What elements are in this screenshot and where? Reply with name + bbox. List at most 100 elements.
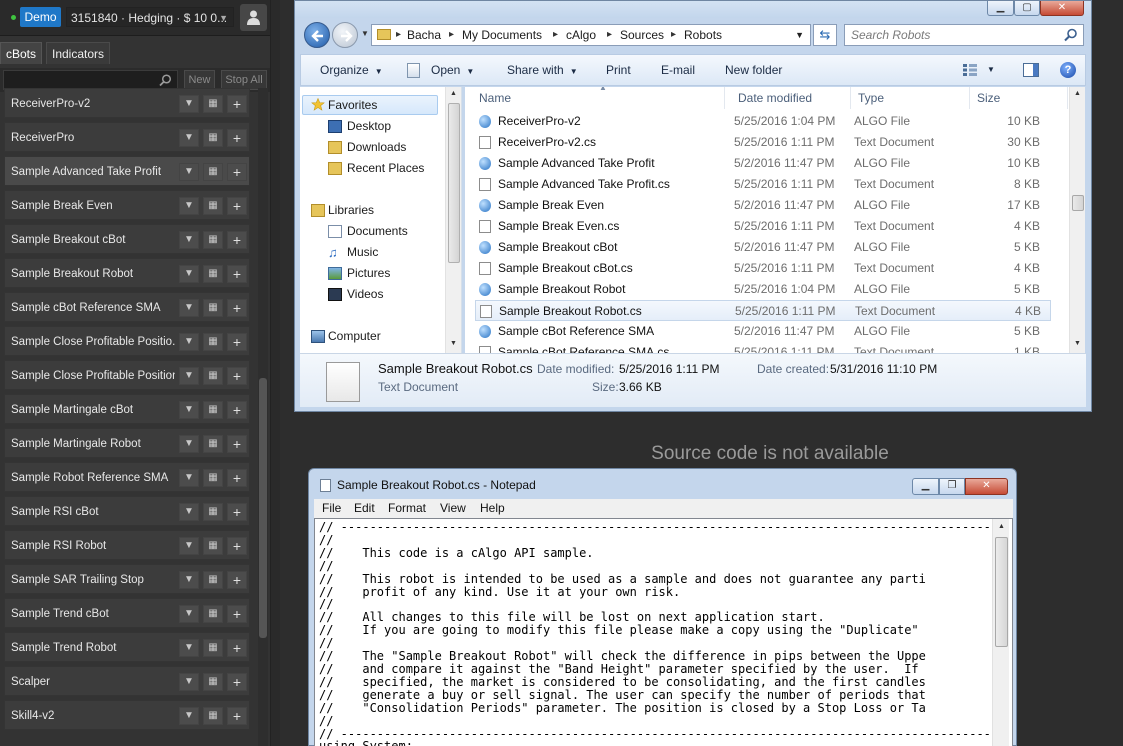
menu-edit[interactable]: Edit	[354, 499, 375, 518]
chevron-down-icon[interactable]: ▼	[987, 55, 995, 85]
chevron-right-icon[interactable]: ▸	[607, 25, 612, 45]
close-button[interactable]: ✕	[965, 478, 1008, 495]
scroll-down-icon[interactable]: ▼	[450, 340, 457, 347]
cbot-instances-button[interactable]: ▦	[203, 129, 223, 147]
refresh-button[interactable]: ⇆	[813, 24, 837, 46]
cbot-instances-button[interactable]: ▦	[203, 401, 223, 419]
cbot-dropdown-button[interactable]: ▼	[179, 95, 199, 113]
cbot-instances-button[interactable]: ▦	[203, 673, 223, 691]
add-instance-button[interactable]: +	[227, 605, 247, 623]
add-instance-button[interactable]: +	[227, 95, 247, 113]
menu-view[interactable]: View	[440, 499, 466, 518]
column-name[interactable]: Name	[465, 87, 725, 109]
scrollbar-thumb[interactable]	[259, 378, 267, 638]
cbot-item[interactable]: Sample Martingale Robot ▼ ▦ +	[4, 428, 250, 458]
file-row[interactable]: Sample Breakout cBot.cs 5/25/2016 1:11 PM…	[475, 258, 1051, 279]
cbot-dropdown-button[interactable]: ▼	[179, 435, 199, 453]
file-list-scrollbar[interactable]: ▲ ▼	[1069, 87, 1085, 353]
cbot-instances-button[interactable]: ▦	[203, 95, 223, 113]
add-instance-button[interactable]: +	[227, 197, 247, 215]
file-row[interactable]: Sample Breakout Robot.cs 5/25/2016 1:11 P…	[475, 300, 1051, 321]
add-instance-button[interactable]: +	[227, 299, 247, 317]
chevron-right-icon[interactable]: ▸	[449, 25, 454, 45]
cbot-dropdown-button[interactable]: ▼	[179, 469, 199, 487]
scrollbar-thumb[interactable]	[448, 103, 460, 263]
file-row[interactable]: Sample Break Even.cs 5/25/2016 1:11 PM Tex…	[475, 216, 1051, 237]
file-row[interactable]: ReceiverPro-v2.cs 5/25/2016 1:11 PM Text D…	[475, 132, 1051, 153]
file-row[interactable]: Sample Breakout cBot 5/2/2016 11:47 PM ALG…	[475, 237, 1051, 258]
maximize-button[interactable]: ❐	[939, 478, 965, 495]
nav-desktop[interactable]: Desktop	[347, 119, 391, 133]
chevron-right-icon[interactable]: ▸	[553, 25, 558, 45]
cbot-item[interactable]: ReceiverPro-v2 ▼ ▦ +	[4, 88, 250, 118]
cbot-search-input[interactable]	[3, 70, 178, 90]
editor-scrollbar[interactable]: ▲	[992, 519, 1009, 746]
nav-pictures[interactable]: Pictures	[347, 266, 390, 280]
add-instance-button[interactable]: +	[227, 571, 247, 589]
help-icon[interactable]: ?	[1060, 62, 1076, 78]
add-instance-button[interactable]: +	[227, 231, 247, 249]
cbot-item[interactable]: ReceiverPro ▼ ▦ +	[4, 122, 250, 152]
chevron-down-icon[interactable]: ▼	[795, 25, 804, 45]
add-instance-button[interactable]: +	[227, 673, 247, 691]
share-with-button[interactable]: Share with ▼	[507, 55, 578, 87]
email-button[interactable]: E-mail	[661, 55, 695, 85]
chevron-right-icon[interactable]: ▸	[671, 25, 676, 45]
cbot-instances-button[interactable]: ▦	[203, 707, 223, 725]
nav-libraries[interactable]: Libraries	[328, 203, 374, 217]
scrollbar-thumb[interactable]	[1072, 195, 1084, 211]
file-row[interactable]: Sample Breakout Robot 5/25/2016 1:04 PM AL…	[475, 279, 1051, 300]
cbot-dropdown-button[interactable]: ▼	[179, 265, 199, 283]
cbot-item[interactable]: Sample Breakout cBot ▼ ▦ +	[4, 224, 250, 254]
cbot-instances-button[interactable]: ▦	[203, 163, 223, 181]
file-row[interactable]: Sample cBot Reference SMA 5/2/2016 11:47 …	[475, 321, 1051, 342]
cbot-item[interactable]: Sample Trend cBot ▼ ▦ +	[4, 598, 250, 628]
cbot-dropdown-button[interactable]: ▼	[179, 231, 199, 249]
cbot-item[interactable]: Skill4-v2 ▼ ▦ +	[4, 700, 250, 730]
cbot-dropdown-button[interactable]: ▼	[179, 367, 199, 385]
nav-recent-places[interactable]: Recent Places	[347, 161, 424, 175]
cbot-instances-button[interactable]: ▦	[203, 571, 223, 589]
account-selector[interactable]: 3151840 · Hedging · $ 10 0... ▼	[66, 7, 234, 27]
scroll-up-icon[interactable]: ▲	[998, 523, 1005, 530]
cbot-instances-button[interactable]: ▦	[203, 639, 223, 657]
add-instance-button[interactable]: +	[227, 469, 247, 487]
explorer-title-bar[interactable]: ▁ ▢ ✕	[295, 1, 1091, 18]
cbot-dropdown-button[interactable]: ▼	[179, 605, 199, 623]
nav-favorites[interactable]: Favorites	[328, 98, 377, 112]
menu-format[interactable]: Format	[388, 499, 426, 518]
back-button[interactable]	[304, 22, 330, 48]
breadcrumb-calgo[interactable]: cAlgo	[566, 25, 596, 45]
nav-documents[interactable]: Documents	[347, 224, 408, 238]
column-size[interactable]: Size	[970, 87, 1068, 109]
add-instance-button[interactable]: +	[227, 367, 247, 385]
cbot-instances-button[interactable]: ▦	[203, 231, 223, 249]
scrollbar-thumb[interactable]	[995, 537, 1008, 647]
cbot-instances-button[interactable]: ▦	[203, 503, 223, 521]
cbot-item[interactable]: Scalper ▼ ▦ +	[4, 666, 250, 696]
cbot-item[interactable]: Sample Breakout Robot ▼ ▦ +	[4, 258, 250, 288]
add-instance-button[interactable]: +	[227, 129, 247, 147]
cbot-item[interactable]: Sample Close Profitable Positions ▼ ▦ +	[4, 360, 250, 390]
cbot-instances-button[interactable]: ▦	[203, 469, 223, 487]
cbot-dropdown-button[interactable]: ▼	[179, 163, 199, 181]
cbot-dropdown-button[interactable]: ▼	[179, 673, 199, 691]
file-row[interactable]: Sample Advanced Take Profit.cs 5/25/2016 …	[475, 174, 1051, 195]
demo-badge[interactable]: Demo	[20, 7, 61, 27]
cbot-item[interactable]: Sample Robot Reference SMA ▼ ▦ +	[4, 462, 250, 492]
column-type[interactable]: Type	[851, 87, 970, 109]
close-button[interactable]: ✕	[1040, 1, 1084, 16]
cbot-dropdown-button[interactable]: ▼	[179, 537, 199, 555]
stop-all-button[interactable]: Stop All	[221, 70, 267, 90]
cbot-instances-button[interactable]: ▦	[203, 299, 223, 317]
add-instance-button[interactable]: +	[227, 707, 247, 725]
notepad-title-bar[interactable]: Sample Breakout Robot.cs - Notepad ▁ ❐ ✕	[309, 469, 1016, 499]
add-instance-button[interactable]: +	[227, 401, 247, 419]
nav-computer[interactable]: Computer	[328, 329, 381, 343]
cbot-item[interactable]: Sample Break Even ▼ ▦ +	[4, 190, 250, 220]
cbot-item[interactable]: Sample RSI Robot ▼ ▦ +	[4, 530, 250, 560]
cbot-instances-button[interactable]: ▦	[203, 605, 223, 623]
file-row[interactable]: ReceiverPro-v2 5/25/2016 1:04 PM ALGO File…	[475, 111, 1051, 132]
recent-pages-dropdown[interactable]: ▼	[361, 29, 369, 38]
scroll-down-icon[interactable]: ▼	[1074, 340, 1081, 347]
